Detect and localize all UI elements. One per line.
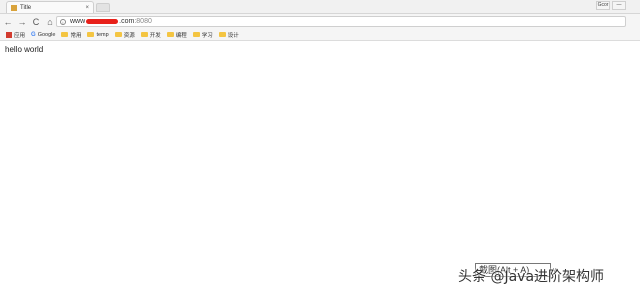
bookmark-label: 应用 [14, 32, 26, 39]
bookmark-label: 开发 [149, 32, 161, 39]
folder-icon [61, 32, 69, 37]
redaction-mark [86, 19, 119, 24]
bookmark-label: 编程 [175, 32, 187, 39]
forward-icon[interactable]: → [16, 16, 28, 28]
bookmark-folder[interactable]: 开发 [140, 31, 161, 39]
bookmark-folder[interactable]: 常用 [61, 31, 81, 39]
page-favicon-icon [11, 4, 17, 11]
folder-icon [218, 32, 226, 37]
bookmark-label: temp [96, 31, 109, 38]
address-port: :8080 [134, 18, 152, 25]
bookmark-label: 常用 [70, 32, 82, 39]
window-user-button[interactable]: Gcor [596, 1, 610, 10]
back-icon[interactable]: ← [2, 16, 14, 28]
bookmarks-bar: 应用 G Google 常用 temp 资源 开发 编程 学习 设计 [0, 29, 640, 41]
tab-close-icon[interactable]: × [85, 5, 89, 11]
bookmark-folder[interactable]: 资源 [114, 31, 135, 39]
address-bar[interactable]: i www .com :8080 [56, 16, 626, 27]
address-suffix: .com [119, 18, 135, 25]
bookmark-label: 资源 [123, 32, 135, 39]
folder-icon [192, 32, 200, 37]
reload-icon[interactable]: C [30, 16, 42, 28]
apps-icon [6, 31, 12, 38]
window-minimize-button[interactable]: — [612, 1, 626, 10]
bookmark-folder[interactable]: 学习 [192, 31, 213, 39]
browser-tab[interactable]: Title × [6, 1, 94, 13]
bookmark-folder[interactable]: 编程 [166, 31, 187, 39]
bookmark-label: 设计 [227, 32, 239, 39]
home-icon[interactable]: ⌂ [44, 16, 56, 28]
folder-icon [140, 32, 148, 37]
folder-icon [166, 32, 174, 37]
google-icon: G [31, 31, 36, 38]
watermark: 头条 @Java进阶架构师 [458, 269, 605, 285]
new-tab-button[interactable] [96, 3, 110, 12]
bookmark-label: Google [37, 31, 56, 38]
bookmark-label: 学习 [201, 32, 213, 39]
bookmark-folder[interactable]: temp [87, 31, 109, 38]
address-prefix: www [70, 18, 86, 25]
folder-icon [87, 32, 95, 37]
browser-toolbar: ← → C ⌂ i www .com :8080 [0, 14, 640, 29]
tab-title: Title [20, 4, 32, 11]
page-content: hello world [0, 41, 640, 297]
tab-strip: Title × Gcor — [0, 0, 640, 14]
bookmark-apps[interactable]: 应用 [6, 31, 25, 39]
page-text: hello world [5, 45, 44, 54]
bookmark-google[interactable]: G Google [31, 32, 55, 38]
folder-icon [114, 32, 122, 37]
bookmark-folder[interactable]: 设计 [218, 31, 239, 39]
info-icon[interactable]: i [60, 18, 66, 25]
